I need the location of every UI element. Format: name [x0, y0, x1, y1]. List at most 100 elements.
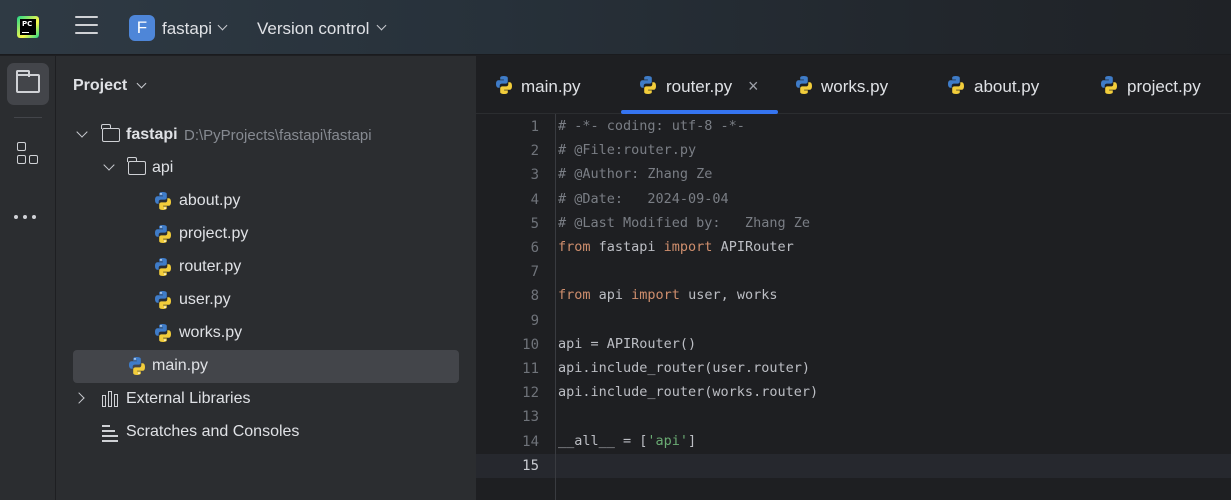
tab-works-py[interactable]: works.py: [788, 56, 918, 114]
code-line-12: api.include_router(works.router): [558, 384, 819, 400]
current-line-highlight: [476, 454, 1231, 478]
string-literal: 'api': [647, 433, 689, 449]
tree-item-label: project.py: [179, 225, 249, 242]
more-dots-icon[interactable]: [14, 206, 42, 219]
chevron-down-icon[interactable]: [103, 159, 115, 171]
tree-item-label: user.py: [179, 291, 231, 308]
tree-item-label: works.py: [179, 324, 243, 341]
line-number-current: 15: [522, 458, 539, 474]
scratches-icon: [102, 425, 120, 442]
tree-item-project-py[interactable]: project.py: [73, 218, 459, 251]
panel-title[interactable]: Project: [73, 77, 127, 95]
tab-label: main.py: [521, 77, 581, 96]
tab-main-py[interactable]: main.py: [488, 56, 608, 114]
chevron-right-icon[interactable]: [73, 392, 85, 404]
code-line-11: api.include_router(user.router): [558, 360, 810, 376]
title-bar: PC F fastapi Version control: [0, 0, 1231, 55]
close-icon[interactable]: ×: [748, 76, 759, 97]
code-text: user, works: [679, 287, 778, 303]
line-number: 14: [522, 434, 539, 450]
tree-item-path: D:\PyProjects\fastapi\fastapi: [184, 127, 372, 144]
tree-item-fastapi-root[interactable]: fastapi D:\PyProjects\fastapi\fastapi: [73, 119, 459, 152]
line-number: 3: [530, 167, 539, 183]
python-file-icon: [496, 76, 512, 94]
code-text: __all__ = [: [558, 433, 648, 449]
tab-project-py[interactable]: project.py: [1093, 56, 1227, 114]
tree-item-label: api: [152, 159, 174, 176]
project-tool-button[interactable]: [7, 63, 49, 105]
keyword: from: [558, 239, 591, 255]
editor-area: main.py router.py × works.py about.py pr…: [476, 56, 1231, 500]
tree-item-router-py[interactable]: router.py: [73, 251, 459, 284]
tab-label: works.py: [821, 77, 889, 96]
python-file-icon: [155, 291, 171, 309]
line-number: 1: [530, 119, 539, 135]
code-text: fastapi: [590, 239, 664, 255]
tree-item-label: External Libraries: [126, 390, 251, 407]
python-file-icon: [155, 324, 171, 342]
tree-item-label: router.py: [179, 258, 242, 275]
line-number: 12: [522, 385, 539, 401]
code-line-4: # @Date: 2024-09-04: [558, 191, 729, 207]
folder-icon: [127, 157, 146, 175]
tab-label: project.py: [1127, 77, 1201, 96]
tree-item-works-py[interactable]: works.py: [73, 317, 459, 350]
tree-item-scratches[interactable]: Scratches and Consoles: [73, 416, 459, 449]
tree-item-label: main.py: [152, 357, 209, 374]
project-badge[interactable]: F: [129, 15, 155, 41]
python-file-icon: [1101, 76, 1117, 94]
line-number: 7: [530, 264, 539, 280]
python-file-icon: [640, 76, 656, 94]
active-tab-indicator: [621, 110, 778, 114]
code-line-8: from api import user, works: [558, 287, 777, 303]
structure-tool-button[interactable]: [7, 133, 49, 175]
hamburger-menu-icon[interactable]: [75, 16, 98, 38]
code-line-14: __all__ = ['api']: [558, 433, 696, 449]
tree-item-external-libraries[interactable]: External Libraries: [73, 383, 459, 416]
project-name[interactable]: fastapi: [162, 19, 212, 39]
folder-icon: [16, 70, 40, 93]
line-number: 2: [530, 143, 539, 159]
chevron-down-icon[interactable]: [76, 126, 88, 138]
tree-item-main-py[interactable]: main.py: [73, 350, 459, 383]
version-control-menu[interactable]: Version control: [257, 19, 369, 39]
code-line-2: # @File:router.py: [558, 142, 697, 158]
chevron-down-icon[interactable]: [217, 20, 228, 31]
editor-tab-bar: main.py router.py × works.py about.py pr…: [476, 56, 1231, 114]
python-file-icon: [155, 258, 171, 276]
keyword: from: [558, 287, 591, 303]
tool-window-strip: [0, 56, 56, 500]
tree-item-about-py[interactable]: about.py: [73, 185, 459, 218]
python-file-icon: [155, 225, 171, 243]
keyword: import: [663, 239, 713, 255]
tree-item-label: Scratches and Consoles: [126, 423, 300, 440]
tab-router-py[interactable]: router.py ×: [621, 56, 778, 114]
folder-icon: [101, 124, 120, 142]
tree-item-api-folder[interactable]: api: [73, 152, 459, 185]
line-number: 8: [530, 288, 539, 304]
code-text: api: [590, 287, 632, 303]
python-file-icon: [948, 76, 964, 94]
keyword: import: [631, 287, 680, 303]
tree-item-user-py[interactable]: user.py: [73, 284, 459, 317]
chevron-down-icon[interactable]: [136, 78, 147, 89]
pycharm-logo-icon[interactable]: PC: [17, 16, 39, 38]
line-number: 11: [522, 361, 539, 377]
library-icon: [102, 391, 120, 407]
line-number: 6: [530, 240, 539, 256]
tab-about-py[interactable]: about.py: [940, 56, 1070, 114]
tab-label: router.py: [666, 77, 733, 96]
tree-item-label: about.py: [179, 192, 241, 209]
line-number: 4: [530, 192, 539, 208]
line-number: 5: [530, 216, 539, 232]
code-text: APIRouter: [712, 239, 794, 255]
tree-item-label: fastapi: [126, 126, 178, 143]
tool-strip-divider: [14, 117, 42, 118]
code-line-1: # -*- coding: utf-8 -*-: [558, 118, 745, 134]
chevron-down-icon[interactable]: [376, 20, 387, 31]
project-panel: Project fastapi D:\PyProjects\fastapi\fa…: [56, 56, 476, 500]
python-file-icon: [796, 76, 812, 94]
code-line-5: # @Last Modified by: Zhang Ze: [558, 215, 810, 231]
tab-label: about.py: [974, 77, 1040, 96]
code-line-3: # @Author: Zhang Ze: [558, 166, 713, 182]
